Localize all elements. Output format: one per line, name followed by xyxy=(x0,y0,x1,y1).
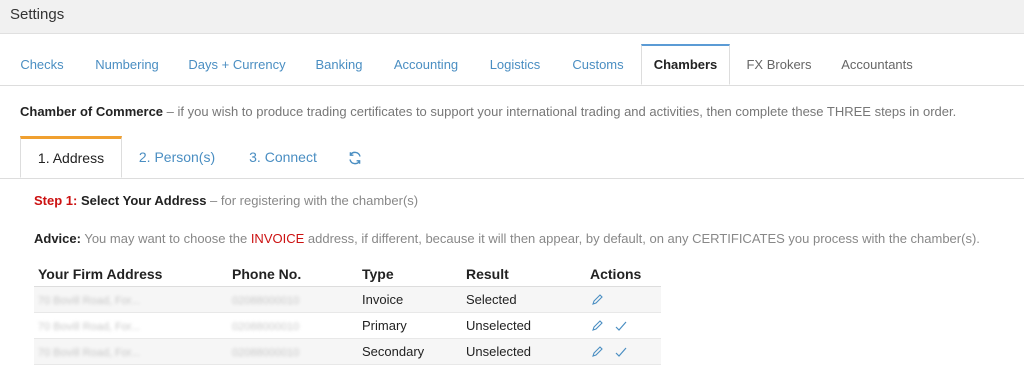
tab-accounting[interactable]: Accounting xyxy=(382,45,470,85)
tab-customs[interactable]: Customs xyxy=(560,45,636,85)
tab-chambers[interactable]: Chambers xyxy=(641,44,730,85)
actions-cell xyxy=(586,338,661,365)
advice-part-1: You may want to choose the xyxy=(80,231,251,246)
tab-accountants[interactable]: Accountants xyxy=(828,45,926,85)
subtab-address[interactable]: 1. Address xyxy=(20,136,122,178)
col-result: Result xyxy=(462,262,586,287)
tab-numbering[interactable]: Numbering xyxy=(84,45,170,85)
advice-text: Advice: You may want to choose the INVOI… xyxy=(34,231,980,246)
edit-pencil-icon[interactable] xyxy=(590,293,604,307)
actions-cell xyxy=(586,286,661,313)
chamber-intro: Chamber of Commerce – if you wish to pro… xyxy=(20,104,956,119)
refresh-icon[interactable] xyxy=(347,150,363,166)
select-check-icon[interactable] xyxy=(614,345,628,359)
type-cell: Invoice xyxy=(358,286,462,313)
result-cell: Unselected xyxy=(462,338,586,365)
result-cell: Selected xyxy=(462,286,586,313)
page-title: Settings xyxy=(10,6,65,23)
type-cell: Primary xyxy=(358,312,462,339)
tab-checks[interactable]: Checks xyxy=(8,45,76,85)
step-text: – for registering with the chamber(s) xyxy=(206,193,419,208)
intro-text: – if you wish to produce trading certifi… xyxy=(163,104,957,119)
result-cell: Unselected xyxy=(462,312,586,339)
step-one-heading: Step 1: Select Your Address – for regist… xyxy=(34,193,418,208)
advice-part-2: address, if different, because it will t… xyxy=(304,231,980,246)
col-actions: Actions xyxy=(586,262,661,287)
tab-banking[interactable]: Banking xyxy=(304,45,374,85)
edit-pencil-icon[interactable] xyxy=(590,345,604,359)
edit-pencil-icon[interactable] xyxy=(590,319,604,333)
type-cell: Secondary xyxy=(358,338,462,365)
subtab-connect[interactable]: 3. Connect xyxy=(236,136,330,178)
address-table: Your Firm Address Phone No. Type Result … xyxy=(34,262,661,365)
phone-cell: 02088000010 xyxy=(232,295,300,307)
table-row: 70 Bovill Road, For... 02088000010 Prima… xyxy=(34,312,661,339)
header-bar: Settings xyxy=(0,0,1024,34)
advice-highlight: INVOICE xyxy=(250,231,305,246)
table-row: 70 Bovill Road, For... 02088000010 Invoi… xyxy=(34,286,661,313)
subtab-persons[interactable]: 2. Person(s) xyxy=(128,136,226,178)
table-header-row: Your Firm Address Phone No. Type Result … xyxy=(34,262,661,287)
step-title: Select Your Address xyxy=(77,193,207,208)
intro-heading: Chamber of Commerce xyxy=(20,104,164,119)
tab-fx-brokers[interactable]: FX Brokers xyxy=(738,45,820,85)
advice-label: Advice: xyxy=(34,231,81,246)
address-cell: 70 Bovill Road, For... xyxy=(38,321,141,333)
tab-days-currency[interactable]: Days + Currency xyxy=(178,45,296,85)
step-label: Step 1: xyxy=(34,193,78,208)
phone-cell: 02088000010 xyxy=(232,321,300,333)
col-phone: Phone No. xyxy=(228,262,358,287)
select-check-icon[interactable] xyxy=(614,319,628,333)
address-cell: 70 Bovill Road, For... xyxy=(38,347,141,359)
col-firm-address: Your Firm Address xyxy=(34,262,228,287)
settings-tabs: Checks Numbering Days + Currency Banking… xyxy=(0,44,1024,86)
address-cell: 70 Bovill Road, For... xyxy=(38,295,141,307)
col-type: Type xyxy=(358,262,462,287)
phone-cell: 02088000010 xyxy=(232,347,300,359)
chamber-steps-tabs: 1. Address 2. Person(s) 3. Connect xyxy=(0,136,1024,179)
table-row: 70 Bovill Road, For... 02088000010 Secon… xyxy=(34,338,661,365)
actions-cell xyxy=(586,312,661,339)
tab-logistics[interactable]: Logistics xyxy=(478,45,552,85)
